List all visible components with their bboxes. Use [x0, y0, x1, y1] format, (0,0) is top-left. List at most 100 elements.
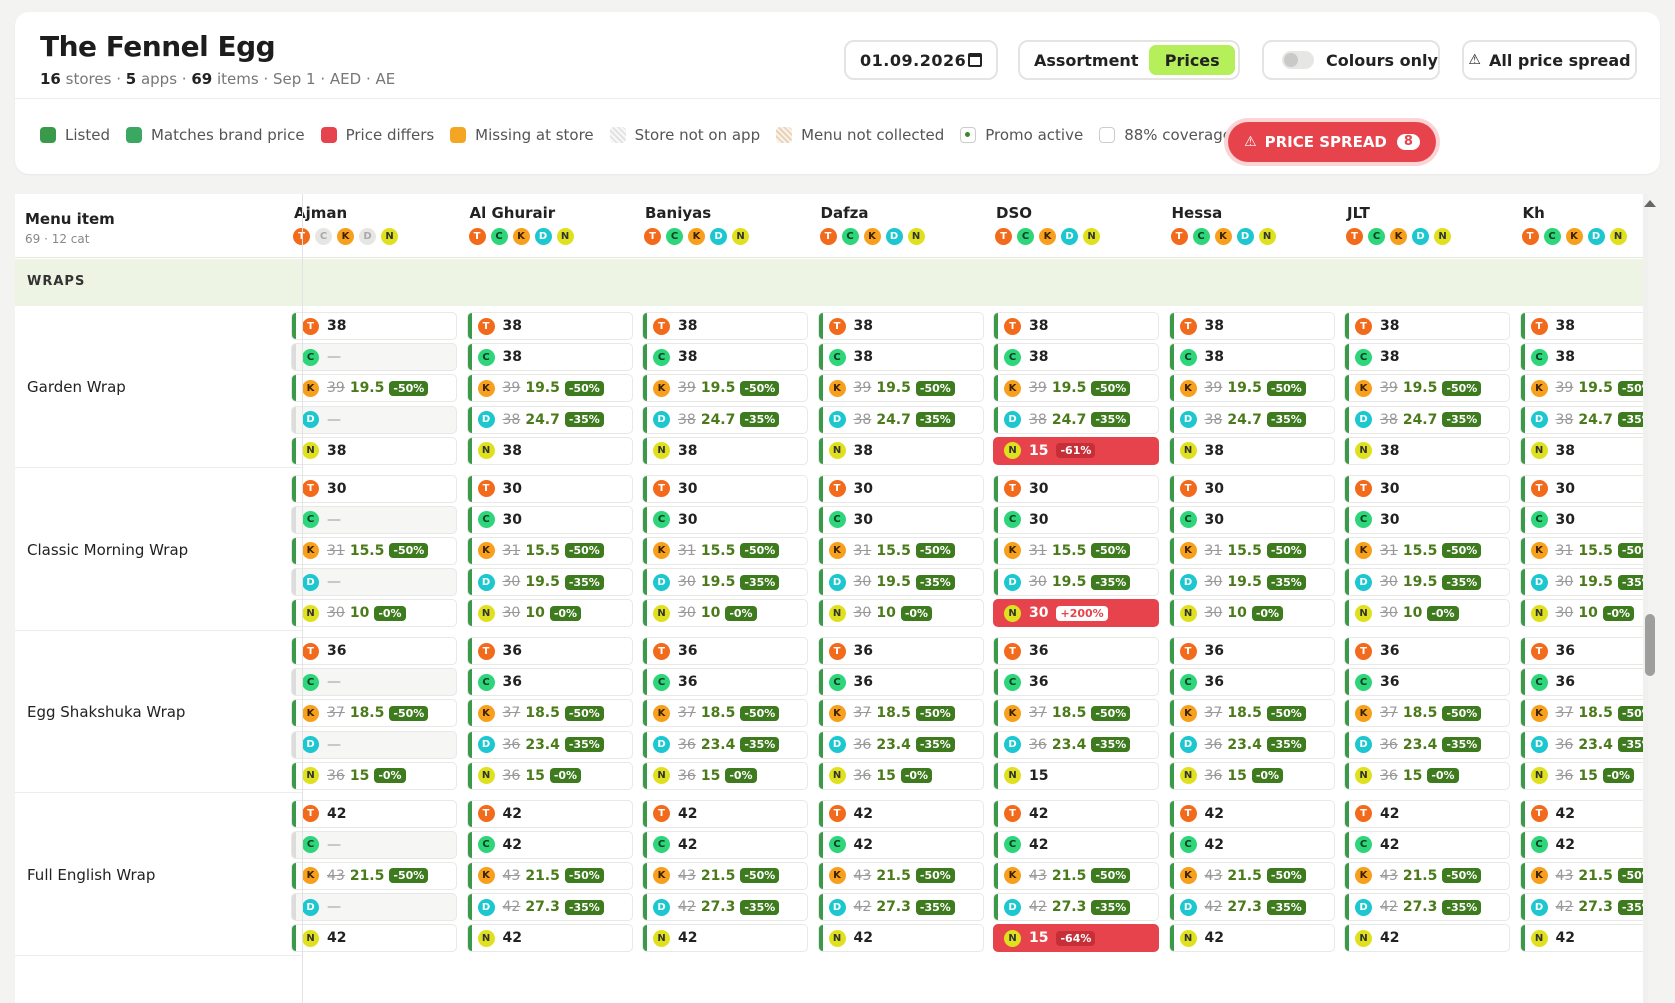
price-cell[interactable]: D3824.7-35% — [993, 405, 1159, 434]
price-cell[interactable]: N 38 — [1168, 436, 1335, 465]
price-cell[interactable]: D4227.3-35% — [1168, 893, 1335, 922]
price-cell[interactable]: C 38 — [1168, 343, 1335, 372]
price-cell[interactable]: T 36 — [1168, 637, 1335, 665]
price-spread-button[interactable]: ⚠ PRICE SPREAD 8 — [1228, 122, 1436, 162]
price-cell[interactable]: D3019.5-35% — [1519, 568, 1648, 597]
store-column-dafza[interactable]: Dafza T C K D N — [819, 204, 1000, 245]
price-cell[interactable]: N 15 — [993, 761, 1159, 790]
price-cell[interactable]: K4321.5-50% — [817, 861, 984, 890]
price-cell[interactable]: K3718.5-50% — [817, 699, 984, 728]
price-cell[interactable]: D — — [291, 893, 457, 922]
price-cell[interactable]: D3824.7-35% — [642, 405, 808, 434]
price-cell[interactable]: T 38 — [1344, 312, 1510, 340]
price-cell[interactable]: D4227.3-35% — [1519, 893, 1648, 922]
price-cell[interactable]: C 42 — [817, 830, 984, 859]
price-cell[interactable]: N 30 +200% — [993, 599, 1159, 628]
menu-item-name[interactable]: Garden Wrap — [27, 378, 126, 396]
price-cell[interactable]: K3718.5-50% — [1344, 699, 1510, 728]
price-cell[interactable]: N 15 -64% — [993, 924, 1159, 953]
price-cell[interactable]: T 42 — [1344, 799, 1510, 828]
price-cell[interactable]: D3623.4-35% — [1519, 730, 1648, 759]
price-cell[interactable]: N 38 — [642, 436, 808, 465]
price-cell[interactable]: D3824.7-35% — [1519, 405, 1648, 434]
price-cell[interactable]: N 36 15 -0% — [1344, 761, 1510, 790]
price-cell[interactable]: C 36 — [1344, 668, 1510, 697]
price-cell[interactable]: C 30 — [1519, 505, 1648, 534]
price-cell[interactable]: K3115.5-50% — [817, 536, 984, 565]
price-cell[interactable]: C 38 — [817, 343, 984, 372]
price-cell[interactable]: T 36 — [1344, 637, 1510, 665]
price-cell[interactable]: K3718.5-50% — [1168, 699, 1335, 728]
price-cell[interactable]: T 36 — [817, 637, 984, 665]
price-cell[interactable]: T 36 — [291, 637, 457, 665]
price-cell[interactable]: C 36 — [466, 668, 633, 697]
price-cell[interactable]: N 38 — [1344, 436, 1510, 465]
price-cell[interactable]: C 38 — [993, 343, 1159, 372]
price-cell[interactable]: T 30 — [1344, 474, 1510, 503]
price-cell[interactable]: D3824.7-35% — [1168, 405, 1335, 434]
menu-item-name[interactable]: Full English Wrap — [27, 866, 155, 884]
store-column-ajman[interactable]: AjmanTCKDN — [293, 204, 473, 245]
price-cell[interactable]: T 38 — [642, 312, 808, 340]
price-cell[interactable]: T 36 — [993, 637, 1159, 665]
price-cell[interactable]: K3919.5-50% — [993, 374, 1159, 403]
price-cell[interactable]: K3718.5-50% — [1519, 699, 1648, 728]
price-cell[interactable]: D3623.4-35% — [1344, 730, 1510, 759]
price-cell[interactable]: N 30 10 -0% — [466, 599, 633, 628]
price-cell[interactable]: K4321.5-50% — [1344, 861, 1510, 890]
menu-item-name[interactable]: Classic Morning Wrap — [27, 541, 188, 559]
price-cell[interactable]: T 30 — [1519, 474, 1648, 503]
scrollbar-track[interactable] — [1643, 194, 1648, 1003]
price-cell[interactable]: T 36 — [1519, 637, 1648, 665]
price-cell[interactable]: C 30 — [993, 505, 1159, 534]
price-cell[interactable]: C 36 — [817, 668, 984, 697]
price-cell[interactable]: D — — [291, 405, 457, 434]
price-cell[interactable]: D3019.5-35% — [642, 568, 808, 597]
price-cell[interactable]: C 30 — [1168, 505, 1335, 534]
price-cell[interactable]: C 42 — [466, 830, 633, 859]
price-cell[interactable]: D3623.4-35% — [642, 730, 808, 759]
price-cell[interactable]: C 30 — [817, 505, 984, 534]
price-cell[interactable]: K3919.5-50% — [1344, 374, 1510, 403]
price-cell[interactable]: N 36 15 -0% — [817, 761, 984, 790]
price-cell[interactable]: N 42 — [1519, 924, 1648, 953]
price-cell[interactable]: T 38 — [466, 312, 633, 340]
price-cell[interactable]: D3019.5-35% — [1344, 568, 1510, 597]
price-cell[interactable]: K3115.5-50% — [1168, 536, 1335, 565]
store-column-kh[interactable]: Kh T C K D N — [1521, 204, 1649, 245]
price-cell[interactable]: D4227.3-35% — [642, 893, 808, 922]
price-cell[interactable]: K4321.5-50% — [1168, 861, 1335, 890]
price-cell[interactable]: C 36 — [993, 668, 1159, 697]
price-cell[interactable]: T 38 — [291, 312, 457, 340]
price-cell[interactable]: C — — [291, 830, 457, 859]
tab-assortment[interactable]: Assortment — [1023, 45, 1149, 75]
price-cell[interactable]: D3623.4-35% — [1168, 730, 1335, 759]
price-cell[interactable]: T 38 — [817, 312, 984, 340]
price-cell[interactable]: T 42 — [993, 799, 1159, 828]
price-cell[interactable]: T 42 — [466, 799, 633, 828]
price-cell[interactable]: K3919.5-50% — [291, 374, 457, 403]
price-cell[interactable]: C 38 — [1344, 343, 1510, 372]
price-cell[interactable]: N 42 — [291, 924, 457, 953]
price-cell[interactable]: T 30 — [817, 474, 984, 503]
price-cell[interactable]: K4321.5-50% — [1519, 861, 1648, 890]
price-cell[interactable]: K3718.5-50% — [466, 699, 633, 728]
price-cell[interactable]: T 38 — [993, 312, 1159, 340]
price-cell[interactable]: N 42 — [1344, 924, 1510, 953]
price-cell[interactable]: C 30 — [1344, 505, 1510, 534]
price-cell[interactable]: K3919.5-50% — [642, 374, 808, 403]
date-picker[interactable]: 01.09.2026 — [844, 40, 998, 80]
price-cell[interactable]: K3115.5-50% — [466, 536, 633, 565]
price-cell[interactable]: K3919.5-50% — [817, 374, 984, 403]
price-cell[interactable]: C 36 — [642, 668, 808, 697]
price-cell[interactable]: K3115.5-50% — [642, 536, 808, 565]
price-cell[interactable]: D3019.5-35% — [466, 568, 633, 597]
price-cell[interactable]: N 30 10 -0% — [1519, 599, 1648, 628]
price-cell[interactable]: C — — [291, 343, 457, 372]
price-cell[interactable]: N 15 -61% — [993, 436, 1159, 465]
price-cell[interactable]: D3824.7-35% — [1344, 405, 1510, 434]
price-cell[interactable]: D — — [291, 568, 457, 597]
price-cell[interactable]: C 38 — [466, 343, 633, 372]
price-cell[interactable]: K3115.5-50% — [1519, 536, 1648, 565]
price-cell[interactable]: C 42 — [1519, 830, 1648, 859]
